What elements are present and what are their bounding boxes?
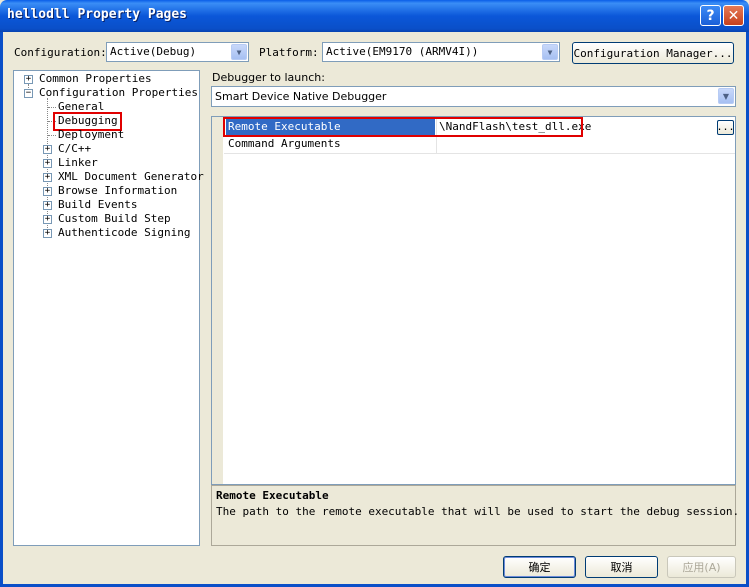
tree-item-build-events[interactable]: Build Events [58, 198, 137, 212]
cancel-button[interactable]: 取消 [585, 556, 658, 578]
tree-item-browse-information[interactable]: Browse Information [58, 184, 177, 198]
close-button[interactable]: ✕ [723, 5, 744, 26]
configuration-value: Active(Debug) [110, 45, 197, 58]
collapse-icon[interactable]: − [24, 89, 33, 98]
platform-select[interactable]: Active(EM9170 (ARMV4I)) ▼ [322, 42, 560, 62]
configuration-label: Configuration: [14, 46, 107, 59]
debugger-select[interactable]: Smart Device Native Debugger ▼ [211, 86, 736, 107]
tree-line [48, 135, 56, 136]
tree-item-authenticode-signing[interactable]: Authenticode Signing [58, 226, 190, 240]
help-button[interactable]: ? [700, 5, 721, 26]
browse-button[interactable]: ... [716, 120, 735, 135]
window-title: hellodll Property Pages [7, 7, 188, 22]
grid-row-divider [224, 153, 735, 154]
selection-highlight [223, 117, 583, 137]
help-icon: ? [706, 7, 715, 24]
description-title: Remote Executable [216, 489, 329, 502]
tree-item-xml-document-generator[interactable]: XML Document Generator [58, 170, 204, 184]
title-bar[interactable]: hellodll Property Pages ? ✕ [0, 0, 749, 32]
grid-gutter [212, 117, 223, 484]
grid-row-command-arguments-name[interactable]: Command Arguments [228, 136, 435, 153]
description-text: The path to the remote executable that w… [216, 505, 740, 518]
platform-label: Platform: [259, 46, 319, 59]
tree-item-linker[interactable]: Linker [58, 156, 98, 170]
tree-item-configuration-properties[interactable]: Configuration Properties [39, 86, 198, 100]
close-icon: ✕ [727, 7, 740, 24]
expand-icon[interactable]: + [43, 187, 52, 196]
expand-icon[interactable]: + [43, 159, 52, 168]
ok-button[interactable]: 确定 [503, 556, 576, 578]
expand-icon[interactable]: + [43, 145, 52, 154]
expand-icon[interactable]: + [43, 201, 52, 210]
configuration-manager-button[interactable]: Configuration Manager... [572, 42, 734, 64]
grid-row-command-arguments-value[interactable] [439, 136, 715, 153]
tree-item-c-cpp[interactable]: C/C++ [58, 142, 91, 156]
tree-line [48, 107, 56, 108]
chevron-down-icon[interactable]: ▼ [718, 88, 734, 104]
chevron-down-icon[interactable]: ▼ [231, 44, 247, 60]
tree-item-deployment[interactable]: Deployment [58, 128, 124, 142]
apply-button[interactable]: 应用(A) [667, 556, 736, 578]
tree-item-common-properties[interactable]: Common Properties [39, 72, 152, 86]
expand-icon[interactable]: + [24, 75, 33, 84]
property-grid[interactable] [211, 116, 736, 485]
tree-item-custom-build-step[interactable]: Custom Build Step [58, 212, 171, 226]
platform-value: Active(EM9170 (ARMV4I)) [326, 45, 479, 58]
debugger-label: Debugger to launch: [212, 71, 325, 84]
configuration-select[interactable]: Active(Debug) ▼ [106, 42, 249, 62]
debugger-value: Smart Device Native Debugger [215, 90, 387, 103]
expand-icon[interactable]: + [43, 215, 52, 224]
expand-icon[interactable]: + [43, 173, 52, 182]
chevron-down-icon[interactable]: ▼ [542, 44, 558, 60]
expand-icon[interactable]: + [43, 229, 52, 238]
